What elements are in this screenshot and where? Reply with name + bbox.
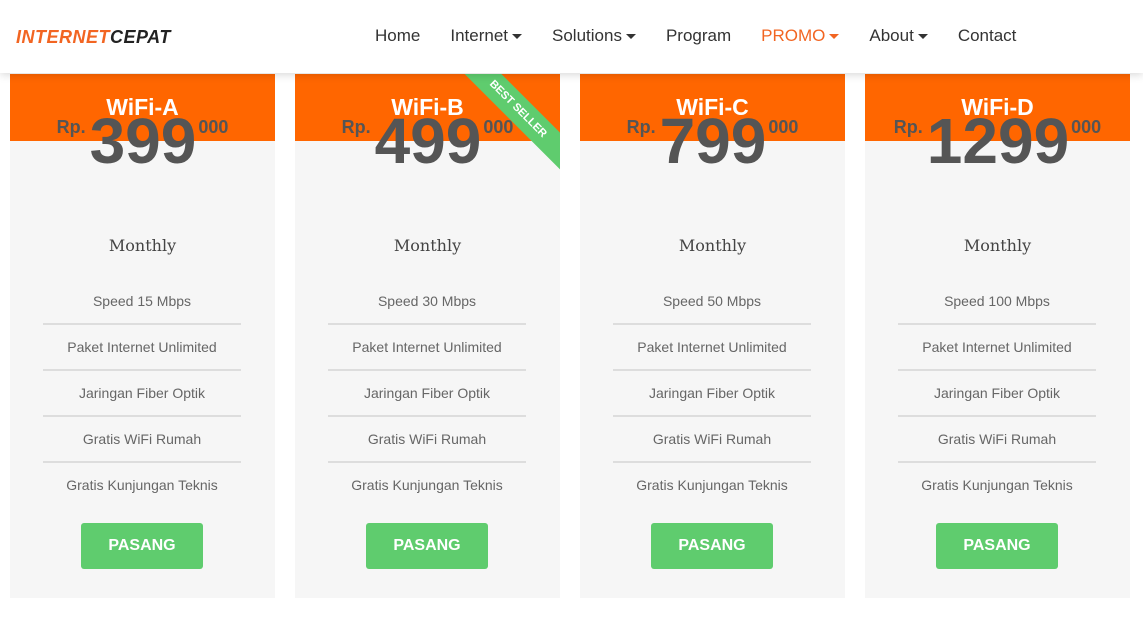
feature-item: Jaringan Fiber Optik bbox=[43, 371, 241, 417]
feature-item: Gratis WiFi Rumah bbox=[898, 417, 1096, 463]
plan-card-wifi-d: WiFi-D Rp. 1299 000 Monthly Speed 100 Mbps… bbox=[865, 74, 1130, 598]
price-suffix: 000 bbox=[1071, 117, 1102, 137]
currency: Rp. bbox=[341, 117, 371, 137]
plan-card-wifi-a: WiFi-A Rp. 399 000 Monthly Speed 15 Mbps Pa… bbox=[10, 74, 275, 598]
period: Monthly bbox=[678, 236, 747, 255]
currency: Rp. bbox=[626, 117, 656, 137]
feature-item: Gratis Kunjungan Teknis bbox=[921, 477, 1073, 493]
nav-item-contact[interactable]: Contact bbox=[958, 26, 1017, 46]
feature-item: Jaringan Fiber Optik bbox=[613, 371, 811, 417]
logo-text-internet: INTERNET bbox=[16, 27, 110, 47]
nav-item-promo[interactable]: PROMO bbox=[761, 26, 840, 46]
nav-label: About bbox=[869, 26, 914, 45]
period: Monthly bbox=[108, 236, 177, 255]
currency: Rp. bbox=[893, 117, 923, 137]
nav-label: Home bbox=[375, 26, 421, 45]
price: Rp. 1299 000 bbox=[865, 109, 1130, 173]
brand-logo[interactable]: INTERNETCEPAT bbox=[16, 27, 171, 48]
pasang-button[interactable]: PASANG bbox=[81, 523, 203, 569]
feature-item: Paket Internet Unlimited bbox=[328, 325, 526, 371]
period: Monthly bbox=[393, 236, 462, 255]
price-suffix: 000 bbox=[198, 117, 229, 137]
caret-down-icon bbox=[512, 34, 523, 40]
nav-menu: Home Internet Solutions Program PROMO About Co… bbox=[375, 26, 1046, 46]
pasang-button[interactable]: PASANG bbox=[651, 523, 773, 569]
feature-item: Gratis Kunjungan Teknis bbox=[66, 477, 218, 493]
feature-item: Jaringan Fiber Optik bbox=[898, 371, 1096, 417]
feature-list: Speed 30 Mbps Paket Internet Unlimited Jar… bbox=[328, 279, 526, 509]
nav-item-home[interactable]: Home bbox=[375, 26, 420, 46]
pasang-button[interactable]: PASANG bbox=[936, 523, 1058, 569]
feature-item: Speed 100 Mbps bbox=[898, 279, 1096, 325]
period: Monthly bbox=[963, 236, 1032, 255]
nav-item-program[interactable]: Program bbox=[666, 26, 731, 46]
nav-label: PROMO bbox=[761, 26, 826, 45]
nav-item-solutions[interactable]: Solutions bbox=[552, 26, 636, 46]
feature-item: Jaringan Fiber Optik bbox=[328, 371, 526, 417]
pasang-button[interactable]: PASANG bbox=[366, 523, 488, 569]
plan-card-wifi-b: WiFi-B BEST SELLER Rp. 499 000 Monthly Spe… bbox=[295, 74, 560, 598]
nav-label: Solutions bbox=[552, 26, 622, 45]
price-value: 799 bbox=[659, 105, 767, 177]
caret-down-icon bbox=[917, 34, 928, 40]
plan-card-wifi-c: WiFi-C Rp. 799 000 Monthly Speed 50 Mbps Pa… bbox=[580, 74, 845, 598]
feature-item: Speed 15 Mbps bbox=[43, 279, 241, 325]
price: Rp. 499 000 bbox=[295, 109, 560, 173]
feature-list: Speed 100 Mbps Paket Internet Unlimited Ja… bbox=[898, 279, 1096, 509]
price: Rp. 399 000 bbox=[10, 109, 275, 173]
feature-item: Gratis Kunjungan Teknis bbox=[636, 477, 788, 493]
feature-item: Speed 50 Mbps bbox=[613, 279, 811, 325]
caret-down-icon bbox=[829, 34, 840, 40]
navbar: INTERNETCEPAT Home Internet Solutions Progr… bbox=[0, 0, 1143, 73]
feature-item: Gratis Kunjungan Teknis bbox=[351, 477, 503, 493]
nav-label: Contact bbox=[957, 26, 1017, 45]
price-suffix: 000 bbox=[768, 117, 799, 137]
price-value: 499 bbox=[374, 105, 482, 177]
price-value: 1299 bbox=[926, 105, 1070, 177]
feature-list: Speed 15 Mbps Paket Internet Unlimited Jar… bbox=[43, 279, 241, 509]
feature-item: Gratis WiFi Rumah bbox=[43, 417, 241, 463]
nav-item-about[interactable]: About bbox=[869, 26, 928, 46]
price-suffix: 000 bbox=[483, 117, 514, 137]
feature-item: Gratis WiFi Rumah bbox=[328, 417, 526, 463]
nav-label: Program bbox=[665, 26, 732, 45]
feature-item: Gratis WiFi Rumah bbox=[613, 417, 811, 463]
caret-down-icon bbox=[625, 34, 636, 40]
price-value: 399 bbox=[89, 105, 197, 177]
feature-list: Speed 50 Mbps Paket Internet Unlimited Jar… bbox=[613, 279, 811, 509]
feature-item: Paket Internet Unlimited bbox=[613, 325, 811, 371]
logo-text-cepat: CEPAT bbox=[110, 27, 171, 47]
feature-item: Speed 30 Mbps bbox=[328, 279, 526, 325]
feature-item: Paket Internet Unlimited bbox=[43, 325, 241, 371]
currency: Rp. bbox=[56, 117, 86, 137]
price: Rp. 799 000 bbox=[580, 109, 845, 173]
nav-label: Internet bbox=[450, 26, 509, 45]
feature-item: Paket Internet Unlimited bbox=[898, 325, 1096, 371]
nav-item-internet[interactable]: Internet bbox=[450, 26, 523, 46]
